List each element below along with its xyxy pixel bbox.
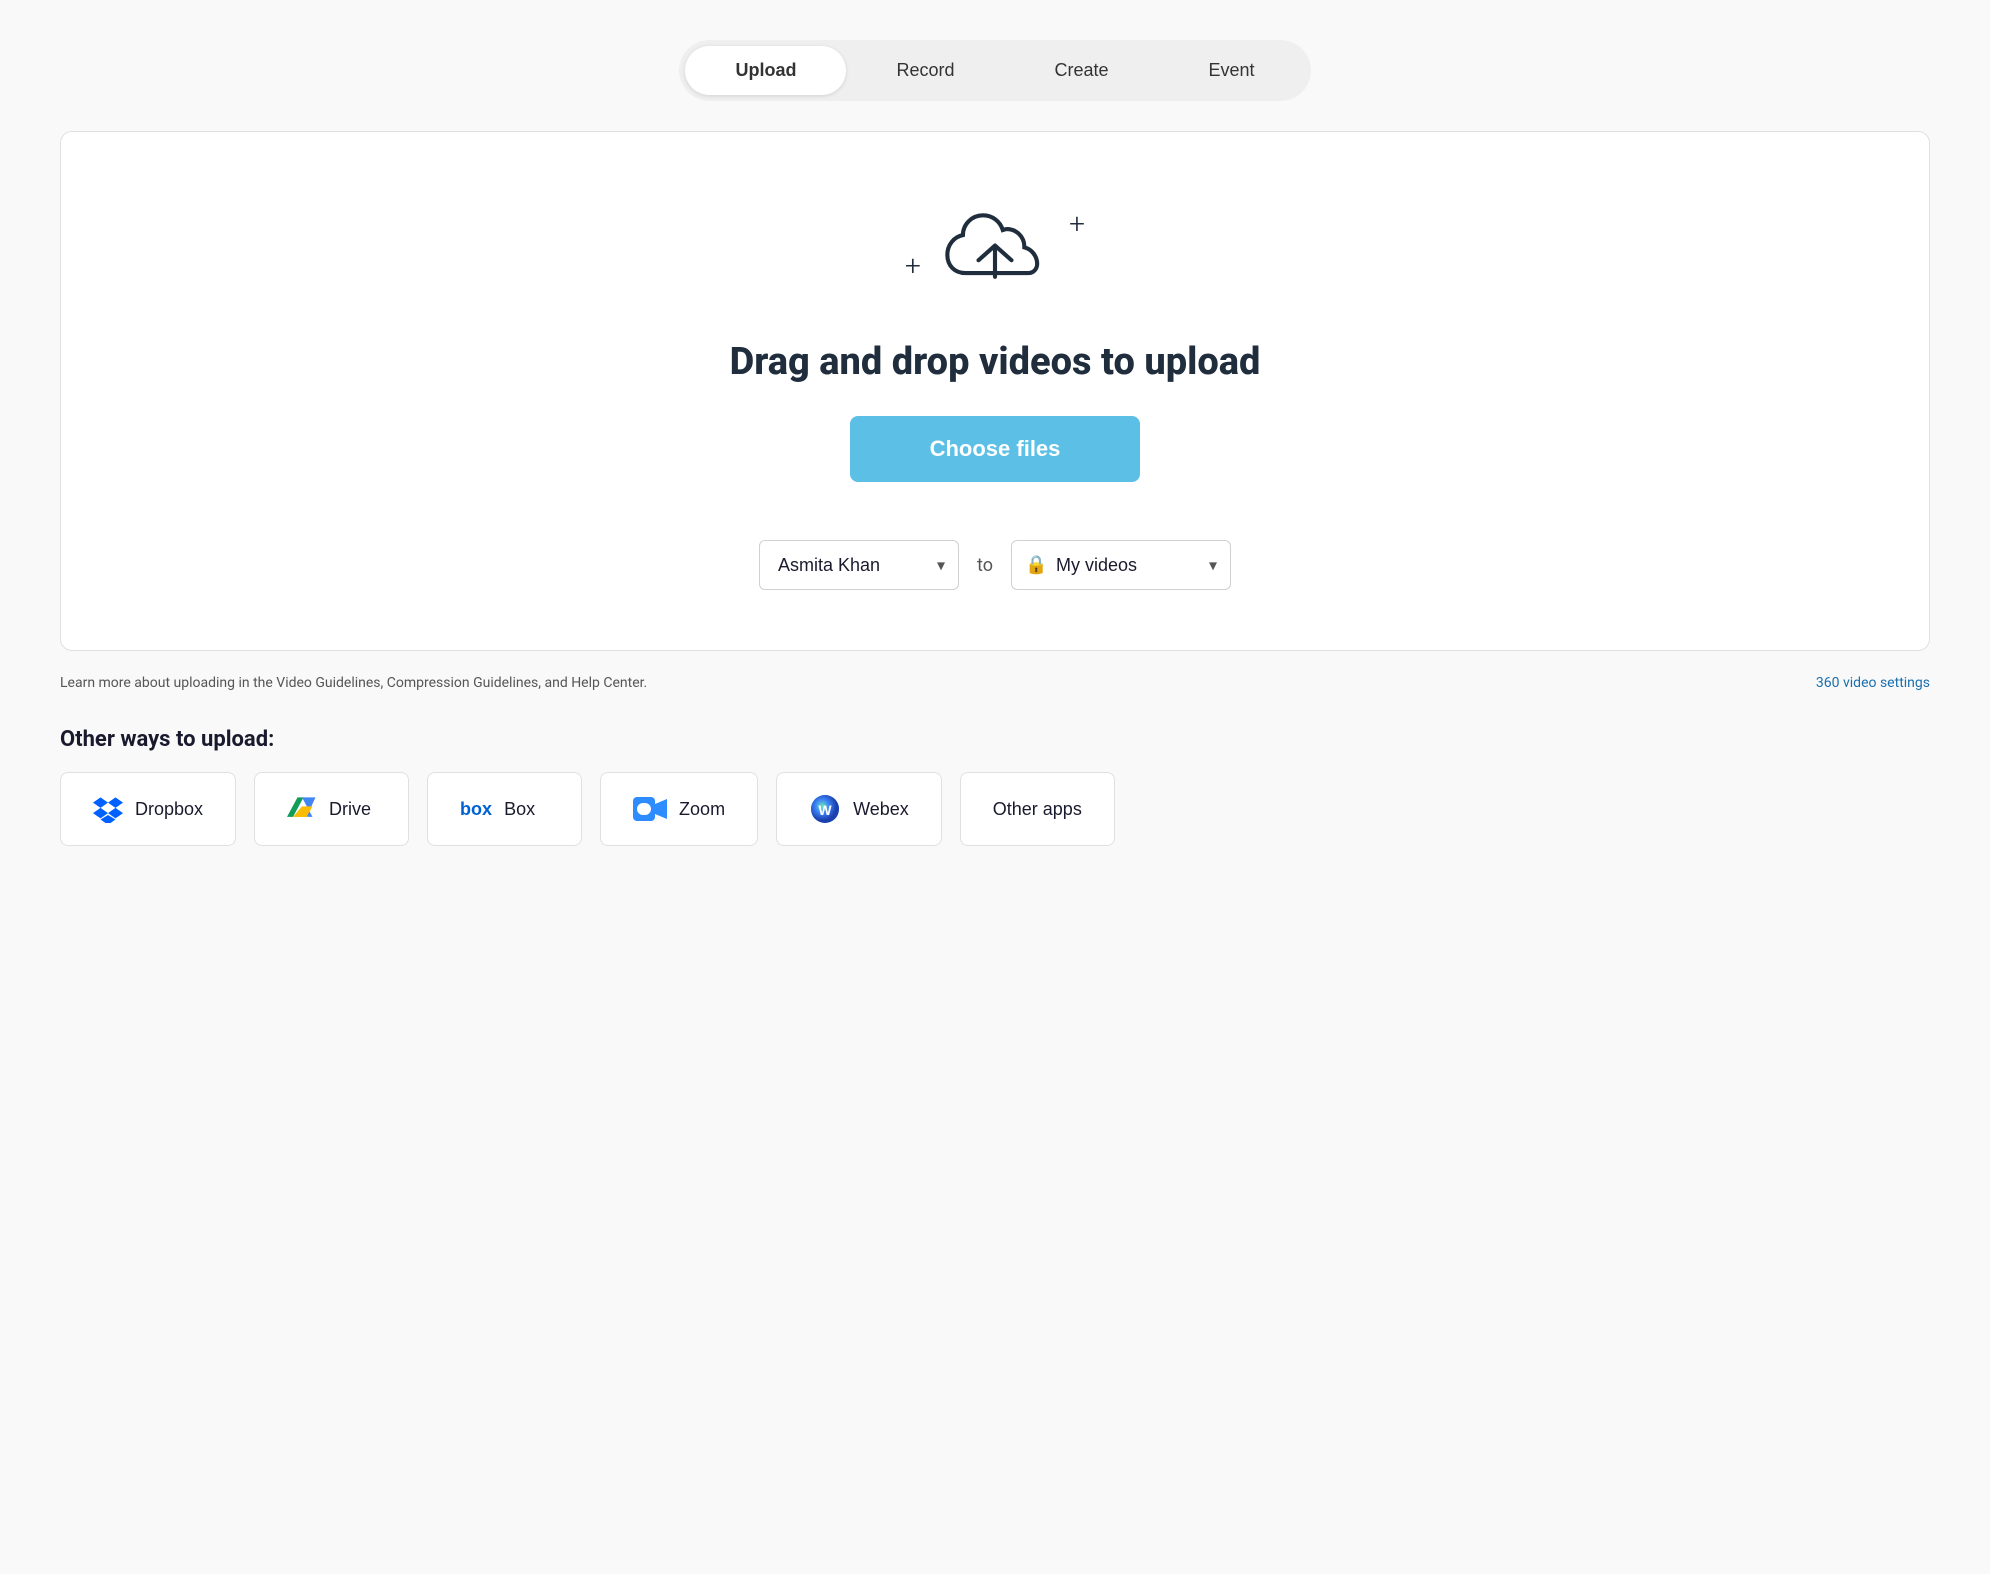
cloud-upload-icon	[940, 207, 1050, 297]
other-ways-list: Dropbox Drive box Box Zoom	[60, 772, 1930, 846]
tab-upload[interactable]: Upload	[685, 46, 846, 95]
svg-text:W: W	[818, 802, 832, 818]
zoom-button[interactable]: Zoom	[600, 772, 758, 846]
tab-event[interactable]: Event	[1159, 46, 1305, 95]
tabs-container: Upload Record Create Event	[60, 40, 1930, 101]
other-ways-section: Other ways to upload: Dropbox Drive	[60, 727, 1930, 846]
box-icon: box	[460, 799, 492, 820]
webex-button[interactable]: W Webex	[776, 772, 942, 846]
upload-dropzone[interactable]: + + Drag and drop videos to upload Choos…	[60, 131, 1930, 651]
info-bar: Learn more about uploading in the Video …	[60, 675, 1930, 691]
box-label: Box	[504, 799, 535, 820]
tab-bar: Upload Record Create Event	[679, 40, 1310, 101]
webex-icon: W	[809, 793, 841, 825]
360-video-settings-link[interactable]: 360 video settings	[1816, 675, 1930, 691]
tab-record[interactable]: Record	[846, 46, 1004, 95]
tab-create[interactable]: Create	[1004, 46, 1158, 95]
other-apps-button[interactable]: Other apps	[960, 772, 1115, 846]
drive-label: Drive	[329, 799, 371, 820]
other-apps-label: Other apps	[993, 799, 1082, 820]
zoom-icon	[633, 797, 667, 821]
uploader-select[interactable]: Asmita Khan	[759, 540, 959, 590]
upload-destination-row: Asmita Khan ▾ to 🔒 My videos ▾	[759, 540, 1231, 590]
drive-icon	[287, 795, 317, 823]
plus-left-icon: +	[905, 252, 921, 280]
zoom-label: Zoom	[679, 799, 725, 820]
destination-select-wrapper: 🔒 My videos ▾	[1011, 540, 1231, 590]
info-bar-text: Learn more about uploading in the Video …	[60, 675, 647, 691]
to-label: to	[977, 555, 993, 576]
dropbox-icon	[93, 795, 123, 823]
drag-drop-title: Drag and drop videos to upload	[730, 340, 1261, 384]
cloud-upload-icon-area: + +	[905, 192, 1085, 312]
drive-button[interactable]: Drive	[254, 772, 409, 846]
dropbox-label: Dropbox	[135, 799, 203, 820]
dropbox-button[interactable]: Dropbox	[60, 772, 236, 846]
uploader-select-wrapper: Asmita Khan ▾	[759, 540, 959, 590]
box-button[interactable]: box Box	[427, 772, 582, 846]
webex-label: Webex	[853, 799, 909, 820]
other-ways-title: Other ways to upload:	[60, 727, 1930, 752]
destination-select[interactable]: My videos	[1011, 540, 1231, 590]
plus-right-icon: +	[1069, 210, 1085, 238]
choose-files-button[interactable]: Choose files	[850, 416, 1141, 482]
